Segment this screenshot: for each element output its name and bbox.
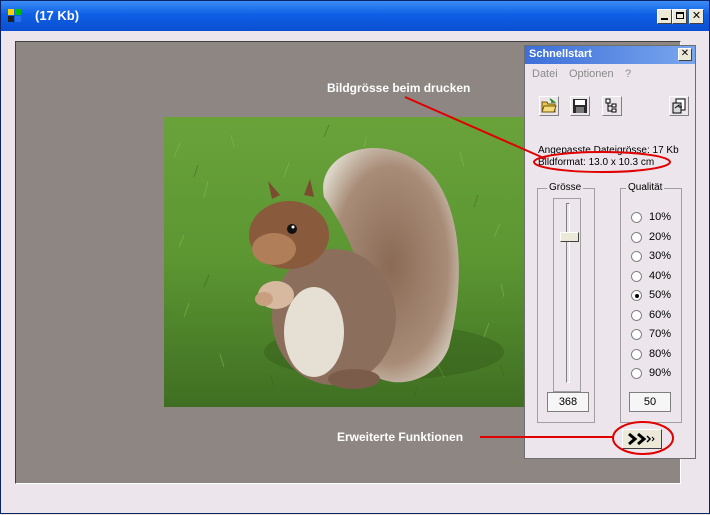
radio-label: 60%	[649, 308, 672, 321]
tree-button[interactable]	[602, 96, 622, 116]
radio-button[interactable]	[631, 329, 642, 340]
maximize-button[interactable]	[672, 9, 687, 24]
radio-label: 30%	[649, 250, 672, 262]
quality-value-field[interactable]: 50	[629, 392, 671, 412]
size-group-label: Grösse	[547, 182, 584, 193]
app-icon	[8, 9, 22, 23]
radio-button[interactable]	[631, 231, 642, 243]
radio-button[interactable]	[631, 348, 642, 360]
radio-label: 70%	[649, 328, 672, 340]
panel-close-button[interactable]: ✕	[678, 48, 692, 61]
radio-button[interactable]	[631, 368, 642, 379]
close-button[interactable]: ✕	[689, 9, 704, 24]
radio-label: 10%	[649, 211, 672, 223]
size-slider-track[interactable]	[566, 203, 570, 383]
open-button[interactable]	[539, 96, 559, 116]
quality-group-label: Qualität	[626, 182, 665, 193]
open-folder-icon	[541, 98, 557, 113]
radio-button[interactable]	[631, 251, 642, 262]
export-icon	[672, 98, 686, 114]
window-title: (17 Kb)	[35, 8, 80, 23]
advanced-functions-annotation: Erweiterte Funktionen	[337, 430, 464, 444]
save-disk-icon	[573, 99, 587, 113]
radio-label: 40%	[649, 269, 672, 282]
main-window: (17 Kb) ✕ Bildgrösse beim drucken Erweit…	[0, 0, 710, 514]
panel-title: Schnellstart	[529, 48, 592, 60]
advanced-functions-button[interactable]	[622, 429, 662, 449]
menu-optionen[interactable]: Optionen	[569, 68, 614, 80]
title-bar[interactable]: (17 Kb) ✕	[1, 1, 709, 31]
radio-button[interactable]	[631, 290, 642, 301]
quality-group: Qualität	[620, 182, 682, 423]
tree-icon	[605, 98, 617, 113]
close-icon: ✕	[691, 9, 702, 22]
export-button[interactable]	[669, 96, 689, 116]
squirrel-photo	[164, 117, 524, 407]
minimize-button[interactable]	[657, 9, 672, 24]
file-size-info: Angepasste Dateigrösse: 17 Kb	[538, 145, 679, 156]
save-button[interactable]	[570, 96, 590, 116]
radio-label: 90%	[649, 367, 672, 379]
size-value-field[interactable]: 368	[547, 392, 589, 412]
radio-label: 20%	[649, 230, 672, 243]
close-icon: ✕	[680, 48, 690, 59]
radio-label: 80%	[649, 347, 672, 360]
menu-help[interactable]: ?	[625, 68, 631, 80]
double-chevron-right-icon	[628, 432, 655, 446]
quickstart-panel: Schnellstart ✕ Datei Optionen ? Angepass…	[524, 45, 696, 459]
image-format-info: Bildformat: 13.0 x 10.3 cm	[538, 157, 655, 168]
radio-button[interactable]	[631, 212, 642, 223]
radio-label: 50%	[649, 289, 672, 301]
size-slider-thumb[interactable]	[560, 232, 579, 242]
radio-button[interactable]	[631, 309, 642, 321]
radio-button[interactable]	[631, 270, 642, 282]
maximize-icon	[675, 12, 684, 19]
minimize-icon	[661, 18, 668, 20]
print-size-annotation: Bildgrösse beim drucken	[327, 81, 471, 95]
menu-datei[interactable]: Datei	[532, 68, 558, 80]
panel-title-bar[interactable]: Schnellstart ✕	[525, 46, 695, 64]
